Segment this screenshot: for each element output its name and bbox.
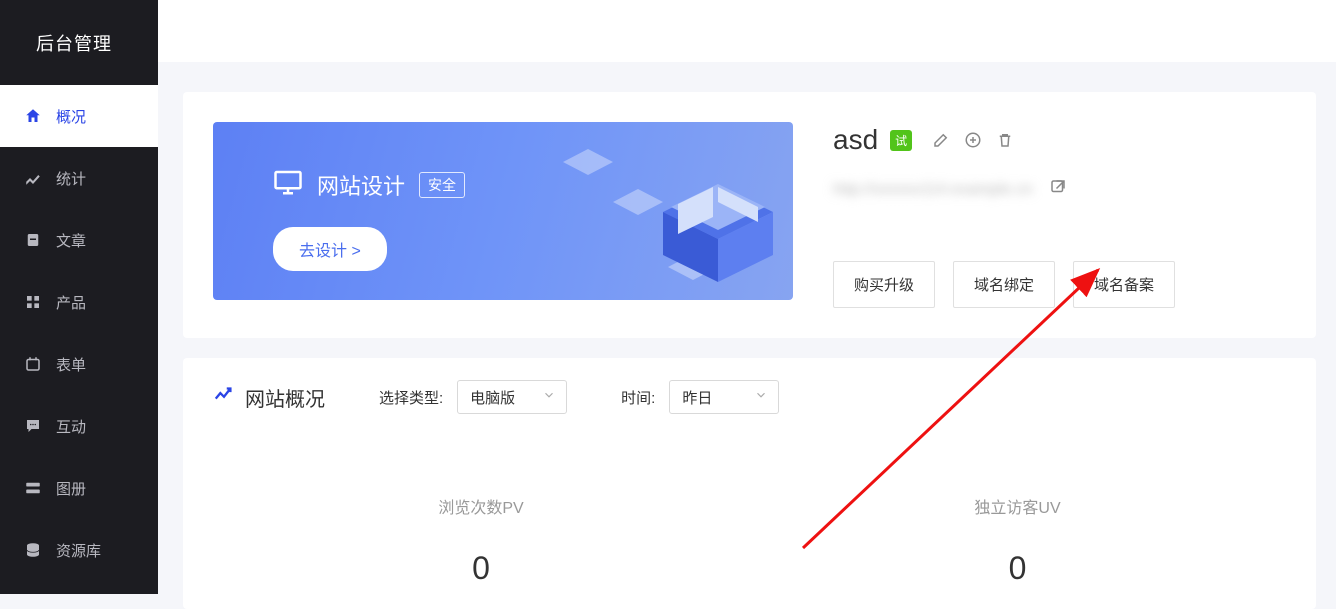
chevron-down-icon bbox=[542, 388, 556, 406]
home-icon bbox=[24, 107, 42, 125]
filter-type-select[interactable]: 电脑版 bbox=[457, 380, 567, 414]
safe-tag: 安全 bbox=[419, 172, 465, 198]
filter-time-value: 昨日 bbox=[682, 387, 712, 408]
bind-domain-button[interactable]: 域名绑定 bbox=[953, 261, 1055, 308]
stat-pv-value: 0 bbox=[438, 550, 523, 587]
chart-icon bbox=[24, 169, 42, 187]
design-banner: 网站设计 安全 去设计 > bbox=[213, 122, 793, 300]
sidebar-item-form[interactable]: 表单 bbox=[0, 333, 158, 395]
overview-card: 网站概况 选择类型: 电脑版 时间: 昨日 浏览次数PV 0 bbox=[183, 358, 1316, 609]
trash-icon[interactable] bbox=[996, 131, 1014, 149]
calendar-icon bbox=[24, 355, 42, 373]
filter-type-value: 电脑版 bbox=[470, 387, 515, 408]
image-stack-icon bbox=[24, 479, 42, 497]
site-url-blurred: http://xxxxxx114.example.cn bbox=[833, 181, 1033, 199]
sidebar-item-article[interactable]: 文章 bbox=[0, 209, 158, 271]
grid-icon bbox=[24, 293, 42, 311]
site-card: 网站设计 安全 去设计 > bbox=[183, 92, 1316, 338]
add-icon[interactable] bbox=[964, 131, 982, 149]
filter-time-label: 时间: bbox=[621, 387, 655, 408]
overview-title-text: 网站概况 bbox=[245, 383, 325, 412]
sidebar-item-gallery[interactable]: 图册 bbox=[0, 457, 158, 519]
sidebar-item-label: 统计 bbox=[56, 168, 86, 189]
go-design-button[interactable]: 去设计 > bbox=[273, 227, 387, 271]
comment-icon bbox=[24, 417, 42, 435]
stat-uv-label: 独立访客UV bbox=[974, 494, 1060, 518]
stat-pv-label: 浏览次数PV bbox=[438, 494, 523, 518]
main-content: 网站设计 安全 去设计 > bbox=[158, 0, 1336, 594]
filter-time-select[interactable]: 昨日 bbox=[669, 380, 779, 414]
top-bar bbox=[158, 0, 1336, 62]
sidebar: 后台管理 概况 统计 文章 产品 表单 互动 bbox=[0, 0, 158, 594]
chevron-down-icon bbox=[754, 388, 768, 406]
sidebar-title: 后台管理 bbox=[0, 0, 158, 85]
filter-type-label: 选择类型: bbox=[379, 387, 443, 408]
sidebar-item-label: 图册 bbox=[56, 478, 86, 499]
sidebar-item-label: 资源库 bbox=[56, 540, 101, 561]
upgrade-button[interactable]: 购买升级 bbox=[833, 261, 935, 308]
site-name: asd bbox=[833, 124, 878, 156]
sidebar-item-label: 概况 bbox=[56, 106, 86, 127]
edit-icon[interactable] bbox=[932, 131, 950, 149]
sidebar-item-label: 互动 bbox=[56, 416, 86, 437]
site-info: asd 试 http://xxxxxx114.example.cn bbox=[833, 122, 1286, 308]
sidebar-item-label: 文章 bbox=[56, 230, 86, 251]
document-icon bbox=[24, 231, 42, 249]
trial-badge: 试 bbox=[890, 130, 912, 151]
record-domain-button[interactable]: 域名备案 bbox=[1073, 261, 1175, 308]
sidebar-item-interact[interactable]: 互动 bbox=[0, 395, 158, 457]
sidebar-item-label: 产品 bbox=[56, 292, 86, 313]
external-link-icon[interactable] bbox=[1049, 178, 1067, 201]
sidebar-item-overview[interactable]: 概况 bbox=[0, 85, 158, 147]
sidebar-item-product[interactable]: 产品 bbox=[0, 271, 158, 333]
banner-title-text: 网站设计 bbox=[317, 169, 405, 201]
stat-uv: 独立访客UV 0 bbox=[974, 494, 1060, 587]
stat-pv: 浏览次数PV 0 bbox=[438, 494, 523, 587]
overview-chart-icon bbox=[213, 383, 235, 411]
banner-illustration bbox=[513, 122, 793, 300]
sidebar-item-label: 表单 bbox=[56, 354, 86, 375]
sidebar-item-stats[interactable]: 统计 bbox=[0, 147, 158, 209]
sidebar-item-resources[interactable]: 资源库 bbox=[0, 519, 158, 581]
database-icon bbox=[24, 541, 42, 559]
stat-uv-value: 0 bbox=[974, 550, 1060, 587]
monitor-icon bbox=[273, 167, 303, 203]
